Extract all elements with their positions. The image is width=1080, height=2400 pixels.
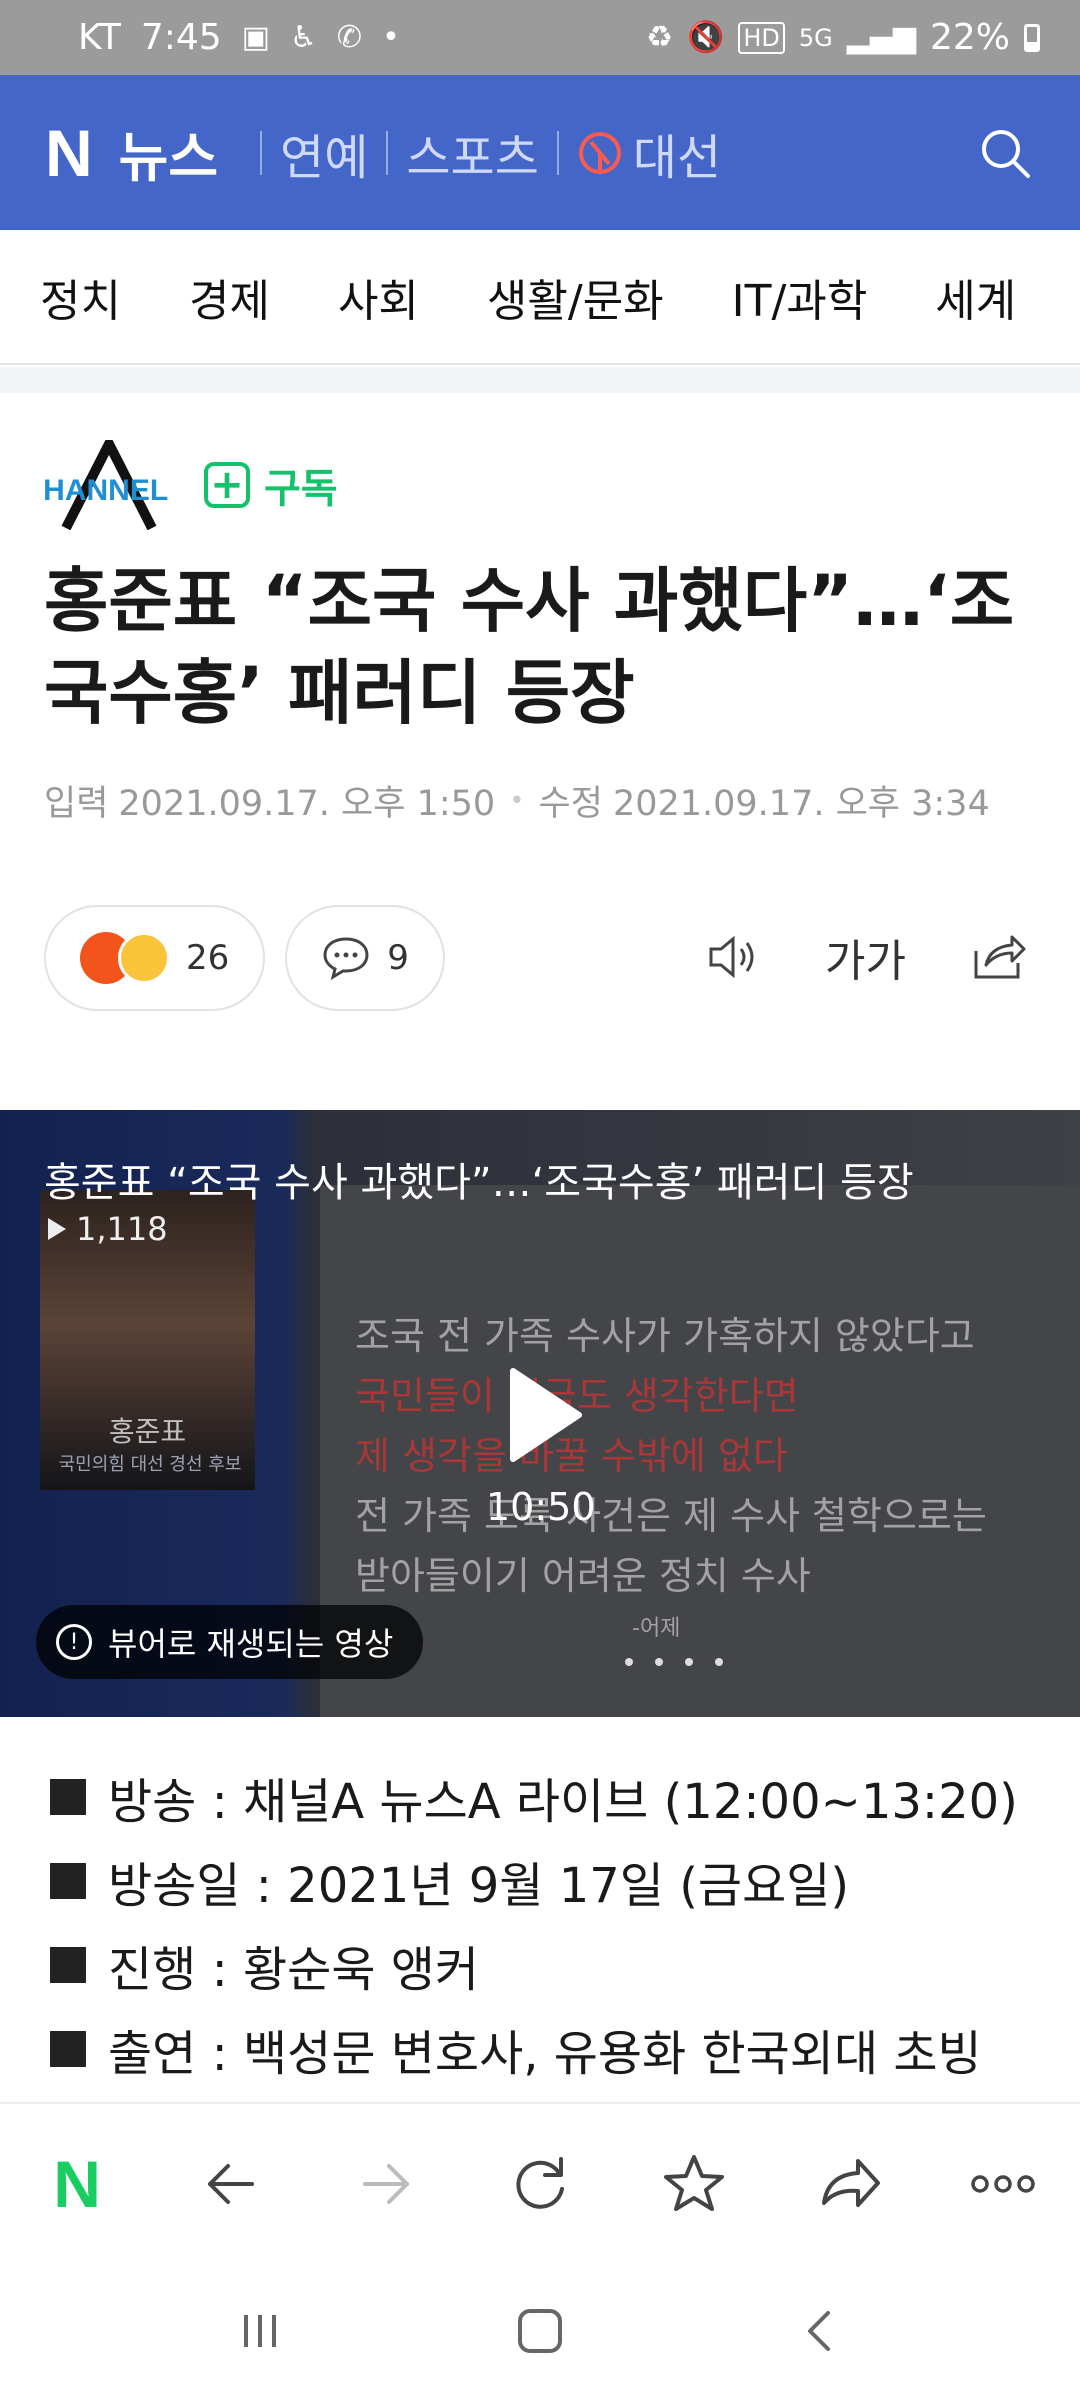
accessibility-icon: ♿ <box>290 20 317 55</box>
body-text: 방송일 : 2021년 9월 17일 (금요일) <box>108 1858 850 1914</box>
gallery-icon: ▣ <box>241 20 271 55</box>
battery-icon <box>1024 23 1040 52</box>
viewer-note: 뷰어로 재생되는 영상 <box>108 1625 394 1663</box>
video-views: 1,118 <box>48 1210 168 1248</box>
category-nav: 정치 경제 사회 생활/문화 IT/과학 세계 <box>0 230 1080 365</box>
body-line: 진행 : 황순욱 앵커 <box>50 1923 1050 2007</box>
reaction-row: 26 9 <box>44 905 445 1011</box>
header-link-entertainment[interactable]: 연예 <box>280 118 368 188</box>
play-icon[interactable] <box>505 1365 585 1465</box>
naver-logo[interactable]: N <box>45 115 93 191</box>
article-title: 홍준표 “조국 수사 과했다”…‘조국수홍’ 패러디 등장 <box>44 560 1015 734</box>
header-divider <box>556 130 559 175</box>
comment-icon <box>323 937 369 981</box>
category-world[interactable]: 세계 <box>935 265 1016 329</box>
press-info: CHANNEL A + 구독 <box>44 440 338 530</box>
naver-home-button[interactable]: N <box>32 2139 122 2229</box>
clock: 7:45 <box>140 17 222 58</box>
subscribe-label: 구독 <box>264 466 338 512</box>
channel-a-logo[interactable]: CHANNEL A <box>44 440 174 530</box>
input-date: 2021.09.17. 오후 1:50 <box>118 784 496 824</box>
news-home-link[interactable]: 뉴스 <box>119 113 218 192</box>
comment-count: 9 <box>387 938 409 978</box>
notification-dot-icon: • <box>382 20 400 55</box>
recent-apps-icon[interactable] <box>230 2301 290 2361</box>
body-line: 방송 : 채널A 뉴스A 라이브 (12:00~13:20) <box>50 1755 1050 1839</box>
text-to-speech-icon[interactable] <box>701 925 765 989</box>
category-politics[interactable]: 정치 <box>40 265 121 329</box>
glasses-emoji-icon <box>118 932 170 984</box>
modified-date: 2021.09.17. 오후 3:34 <box>612 784 990 824</box>
body-line: 방송일 : 2021년 9월 17일 (금요일) <box>50 1839 1050 1923</box>
bookmark-star-icon[interactable] <box>649 2139 739 2229</box>
refresh-icon[interactable] <box>495 2139 585 2229</box>
body-text: 출연 : 백성문 변호사, 유용화 한국외대 초빙 <box>108 2026 982 2082</box>
system-navigation-bar <box>0 2262 1080 2400</box>
subscribe-button[interactable]: + 구독 <box>204 456 338 514</box>
share-arrow-icon[interactable] <box>804 2139 894 2229</box>
search-icon[interactable] <box>975 123 1035 183</box>
article-body: 방송 : 채널A 뉴스A 라이브 (12:00~13:20) 방송일 : 202… <box>50 1755 1050 2091</box>
header-divider <box>260 130 263 175</box>
comment-button[interactable]: 9 <box>285 905 445 1011</box>
body-line: 출연 : 백성문 변호사, 유용화 한국외대 초빙 <box>50 2007 1050 2091</box>
forward-arrow-icon[interactable] <box>341 2139 431 2229</box>
naver-n-icon: N <box>53 2147 101 2221</box>
header-link-election[interactable]: 대선 <box>633 118 721 188</box>
plus-icon: + <box>204 462 250 508</box>
bullet-square-icon <box>50 1947 86 1983</box>
category-it-science[interactable]: IT/과학 <box>732 265 868 329</box>
video-duration: 10:50 <box>486 1485 596 1529</box>
hd-icon: HD <box>738 21 785 54</box>
viewer-play-notice: ! 뷰어로 재생되는 영상 <box>36 1605 424 1679</box>
font-size-button[interactable]: 가가 <box>825 925 906 989</box>
date-separator: • <box>509 785 525 816</box>
info-icon: ! <box>56 1624 92 1660</box>
channel-a-logo-text: CHANNEL A <box>44 474 174 507</box>
naver-news-header: N 뉴스 연예 스포츠 대선 <box>0 75 1080 230</box>
browser-toolbar: N <box>0 2102 1080 2264</box>
bullet-square-icon <box>50 2031 86 2067</box>
header-link-sports[interactable]: 스포츠 <box>406 118 538 188</box>
category-economy[interactable]: 경제 <box>189 265 270 329</box>
input-label: 입력 <box>44 784 109 824</box>
article-dates: 입력 2021.09.17. 오후 1:50 • 수정 2021.09.17. … <box>44 775 990 826</box>
reaction-count: 26 <box>186 938 230 978</box>
views-play-icon <box>48 1218 66 1240</box>
ballot-icon <box>578 131 621 174</box>
back-icon[interactable] <box>790 2301 850 2361</box>
body-text: 진행 : 황순욱 앵커 <box>108 1942 480 1998</box>
video-view-count: 1,118 <box>76 1210 168 1248</box>
home-icon[interactable] <box>510 2301 570 2361</box>
article-tools: 가가 <box>701 925 1030 989</box>
reaction-button[interactable]: 26 <box>44 905 266 1011</box>
carrier-label: KT <box>78 17 121 58</box>
signal-icon: ▂▄▆ <box>846 20 916 55</box>
category-society[interactable]: 사회 <box>338 265 419 329</box>
battery-percent: 22% <box>929 17 1010 58</box>
video-player[interactable]: 홍준표 국민의힘 대선 경선 후보 조국 전 가족 수사가 가혹하지 않았다고 … <box>0 1110 1080 1717</box>
mute-icon: 🔇 <box>687 20 725 55</box>
status-bar: KT 7:45 ▣ ♿ ✆ • ♻ 🔇 HD 5G ▂▄▆ 22% <box>0 0 1080 75</box>
modified-label: 수정 <box>538 784 603 824</box>
video-title: 홍준표 “조국 수사 과했다”…‘조국수홍’ 패러디 등장 <box>44 1160 914 1206</box>
category-life-culture[interactable]: 생활/문화 <box>487 265 664 329</box>
body-text: 방송 : 채널A 뉴스A 라이브 (12:00~13:20) <box>108 1774 1018 1830</box>
header-divider <box>386 130 389 175</box>
board-dots <box>625 1658 723 1666</box>
network-label: 5G <box>798 23 833 52</box>
call-icon: ✆ <box>336 20 363 55</box>
more-options-icon[interactable] <box>958 2139 1048 2229</box>
recycle-icon: ♻ <box>646 20 673 55</box>
share-icon[interactable] <box>966 925 1030 989</box>
bullet-square-icon <box>50 1863 86 1899</box>
bullet-square-icon <box>50 1779 86 1815</box>
section-divider <box>0 367 1080 393</box>
back-arrow-icon[interactable] <box>186 2139 276 2229</box>
